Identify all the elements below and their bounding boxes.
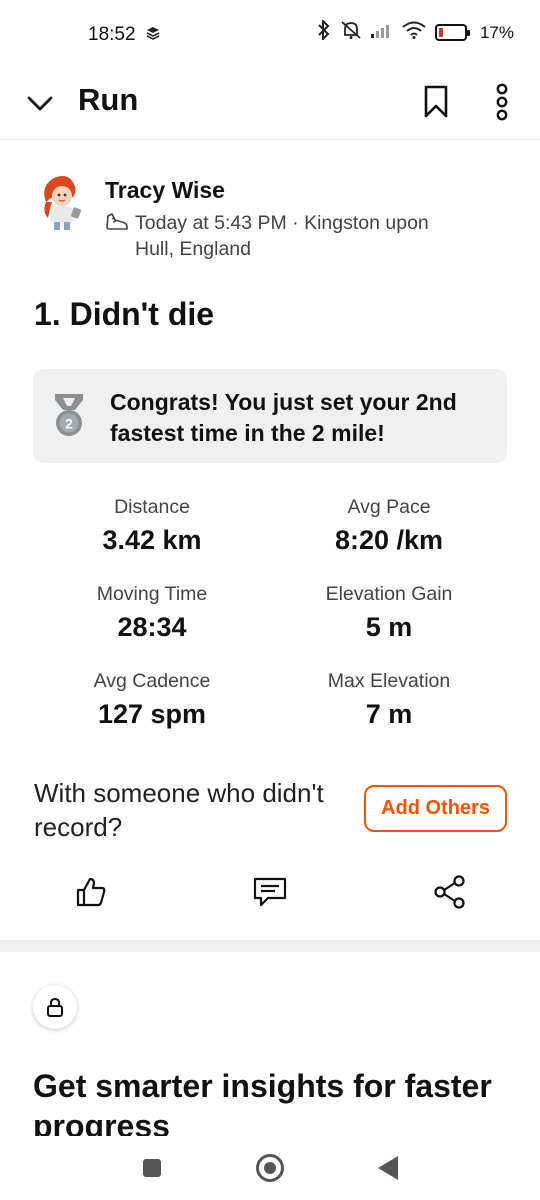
system-nav-bar: [0, 1136, 540, 1200]
muted-bell-icon: [340, 20, 362, 45]
silver-medal-icon: 2: [49, 392, 89, 440]
stat-value: 8:20 /km: [334, 525, 444, 555]
activity-title: 1. Didn't die: [34, 296, 215, 332]
home-circle-icon[interactable]: [256, 1154, 284, 1182]
battery-icon: [434, 24, 470, 41]
stat-moving-time: Moving Time 28:34: [17, 583, 287, 643]
stat-label: Distance: [114, 496, 190, 518]
battery-level-fill: [438, 28, 443, 37]
stat-value: 7 m: [365, 699, 413, 729]
share-icon[interactable]: [430, 872, 470, 912]
app-header: Run: [0, 70, 540, 140]
avatar[interactable]: [36, 172, 90, 232]
bluetooth-icon: [317, 18, 331, 45]
back-triangle-icon[interactable]: [378, 1156, 398, 1180]
lock-icon: [33, 985, 77, 1029]
section-divider: [0, 940, 540, 952]
stat-value: 5 m: [365, 612, 413, 642]
stat-label: Elevation Gain: [325, 583, 453, 605]
battery-percent: 17%: [479, 22, 514, 42]
with-others-prompt: With someone who didn't record?: [34, 778, 324, 842]
activity-meta: Today at 5:43 PM · Kingston upon Hull, E…: [105, 210, 485, 262]
stat-max-elevation: Max Elevation 7 m: [254, 670, 524, 730]
bookmark-icon[interactable]: [420, 82, 452, 122]
stat-avg-cadence: Avg Cadence 127 spm: [17, 670, 287, 730]
status-time: 18:52: [88, 24, 136, 45]
status-icons: 17%: [317, 18, 514, 45]
stack-icon: [146, 26, 160, 45]
activity-location-line2: Hull, England: [135, 238, 251, 260]
comment-icon[interactable]: [250, 872, 290, 912]
signal-icon: [370, 22, 393, 43]
medal-rank: 2: [65, 416, 73, 432]
achievement-text: Congrats! You just set your 2nd fastest …: [110, 389, 457, 446]
stat-label: Moving Time: [96, 583, 208, 605]
athlete-name[interactable]: Tracy Wise: [105, 177, 225, 204]
activity-datetime-location: Today at 5:43 PM · Kingston upon: [135, 212, 429, 234]
promo-title: Get smarter insights for faster progress: [33, 1068, 492, 1136]
running-shoe-icon: [105, 212, 129, 232]
stat-value: 127 spm: [97, 699, 207, 729]
stat-avg-pace: Avg Pace 8:20 /km: [254, 496, 524, 556]
home-dot: [264, 1162, 276, 1174]
achievement-banner[interactable]: 2 Congrats! You just set your 2nd fastes…: [33, 369, 507, 463]
status-bar: 18:52 17%: [0, 0, 540, 70]
stat-value: 3.42 km: [102, 525, 202, 555]
more-vertical-icon[interactable]: [486, 80, 518, 124]
recents-square-icon[interactable]: [143, 1159, 161, 1177]
wifi-icon: [402, 21, 426, 44]
stat-distance: Distance 3.42 km: [17, 496, 287, 556]
add-others-button[interactable]: Add Others: [364, 785, 507, 832]
thumbs-up-icon[interactable]: [71, 872, 111, 912]
stat-label: Avg Pace: [347, 496, 431, 518]
chevron-down-icon[interactable]: [22, 86, 58, 122]
stat-elevation-gain: Elevation Gain 5 m: [254, 583, 524, 643]
page-title: Run: [78, 82, 139, 117]
stat-label: Max Elevation: [327, 670, 451, 692]
stat-label: Avg Cadence: [93, 670, 211, 692]
stat-value: 28:34: [117, 612, 187, 642]
